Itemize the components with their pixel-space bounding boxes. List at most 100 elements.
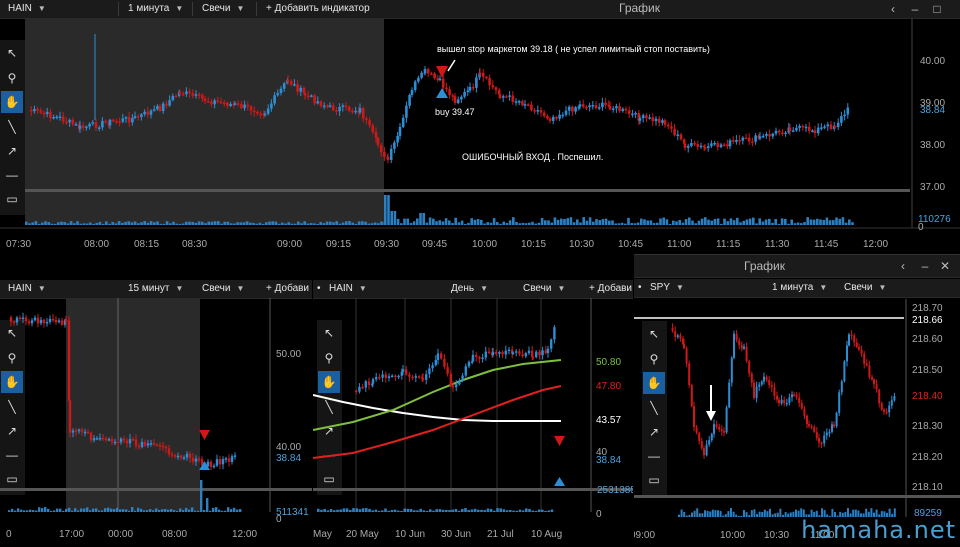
time-tick: 11:00 xyxy=(667,239,692,250)
candle xyxy=(833,126,837,128)
volume-bar xyxy=(377,223,380,225)
candle xyxy=(401,369,405,372)
candle xyxy=(755,386,758,398)
candle xyxy=(374,131,378,138)
candle xyxy=(758,136,762,139)
volume-bar xyxy=(782,514,784,517)
volume-bar xyxy=(768,218,771,225)
volume-bar xyxy=(681,222,685,225)
volume-bar xyxy=(735,514,738,517)
price-chart[interactable] xyxy=(0,280,312,546)
volume-bar xyxy=(505,222,509,225)
volume-bar xyxy=(333,510,336,512)
candle xyxy=(365,118,368,121)
price-tick: 40.00 xyxy=(276,442,302,453)
candle xyxy=(36,108,39,111)
candle xyxy=(846,107,850,115)
volume-bar xyxy=(374,509,378,512)
volume-bar xyxy=(729,218,733,225)
candle xyxy=(733,333,735,358)
price-tick: 218.60 xyxy=(912,334,943,345)
candle xyxy=(212,465,216,468)
candle xyxy=(436,353,440,360)
candle xyxy=(671,328,674,332)
candle xyxy=(413,81,417,91)
volume-bar xyxy=(125,509,128,512)
candle xyxy=(773,387,776,396)
volume-bar xyxy=(239,509,242,512)
volume-bar xyxy=(776,512,779,517)
candle xyxy=(536,110,540,112)
candle xyxy=(858,347,860,350)
volume-bar xyxy=(774,513,777,517)
candle xyxy=(188,453,192,458)
volume-bar xyxy=(400,510,403,512)
candle xyxy=(793,394,795,397)
volume-bar xyxy=(146,510,149,512)
price-tick: 218.70 xyxy=(912,303,943,314)
volume-bar xyxy=(119,509,122,512)
candle xyxy=(690,143,693,146)
price-tick: 218.66 xyxy=(912,315,943,326)
candle xyxy=(478,356,481,359)
volume-bar xyxy=(700,218,704,225)
price-chart[interactable] xyxy=(313,280,633,546)
volume-bar xyxy=(851,222,854,225)
watermark-logo: hamaha.net xyxy=(801,516,956,544)
time-tick: 08:30 xyxy=(182,239,208,250)
volume-bar xyxy=(98,510,101,512)
volume-bar xyxy=(585,220,589,225)
candle xyxy=(597,107,601,109)
candle xyxy=(367,381,371,386)
candle xyxy=(471,87,475,89)
current-price-label: 38.84 xyxy=(920,105,946,116)
volume-bar xyxy=(444,218,448,225)
candle xyxy=(140,441,144,448)
candle xyxy=(249,106,253,111)
volume-bar xyxy=(218,509,221,512)
candle xyxy=(498,351,501,354)
candle xyxy=(131,439,135,441)
volume-bar xyxy=(614,223,617,225)
volume-bar xyxy=(80,508,83,512)
candle xyxy=(215,459,219,466)
volume-bar xyxy=(608,220,611,225)
volume-bar xyxy=(777,223,781,225)
candle xyxy=(818,438,820,443)
volume-bar xyxy=(764,219,768,225)
candle xyxy=(615,106,618,109)
volume-bar xyxy=(107,507,110,512)
volume-bar xyxy=(787,223,790,225)
volume-bar xyxy=(761,511,764,517)
volume-bar xyxy=(20,509,23,512)
time-tick: 10:00 xyxy=(720,530,746,541)
candle xyxy=(178,91,182,94)
candle xyxy=(240,103,243,109)
candle xyxy=(15,317,19,323)
volume-bar xyxy=(793,223,797,225)
candle xyxy=(60,320,64,325)
candle xyxy=(740,345,743,349)
price-chart[interactable] xyxy=(0,0,960,262)
volume-bar xyxy=(159,223,162,225)
candle xyxy=(561,114,565,117)
volume-bar xyxy=(38,507,41,512)
candle xyxy=(81,125,85,128)
candle xyxy=(511,352,515,354)
volume-bar xyxy=(723,218,726,225)
volume-bar xyxy=(441,221,445,225)
candle xyxy=(848,334,850,346)
candle xyxy=(52,117,55,119)
volume-bar xyxy=(164,508,167,512)
candle xyxy=(815,431,818,439)
volume-bar xyxy=(630,223,633,225)
candle xyxy=(194,94,198,96)
candle xyxy=(94,122,98,128)
current-price-label: 38.84 xyxy=(276,453,302,464)
candle xyxy=(110,439,114,442)
candle xyxy=(417,376,421,378)
candle xyxy=(88,123,91,127)
volume-bar xyxy=(338,223,342,225)
candle xyxy=(703,147,707,149)
candle xyxy=(461,375,464,381)
